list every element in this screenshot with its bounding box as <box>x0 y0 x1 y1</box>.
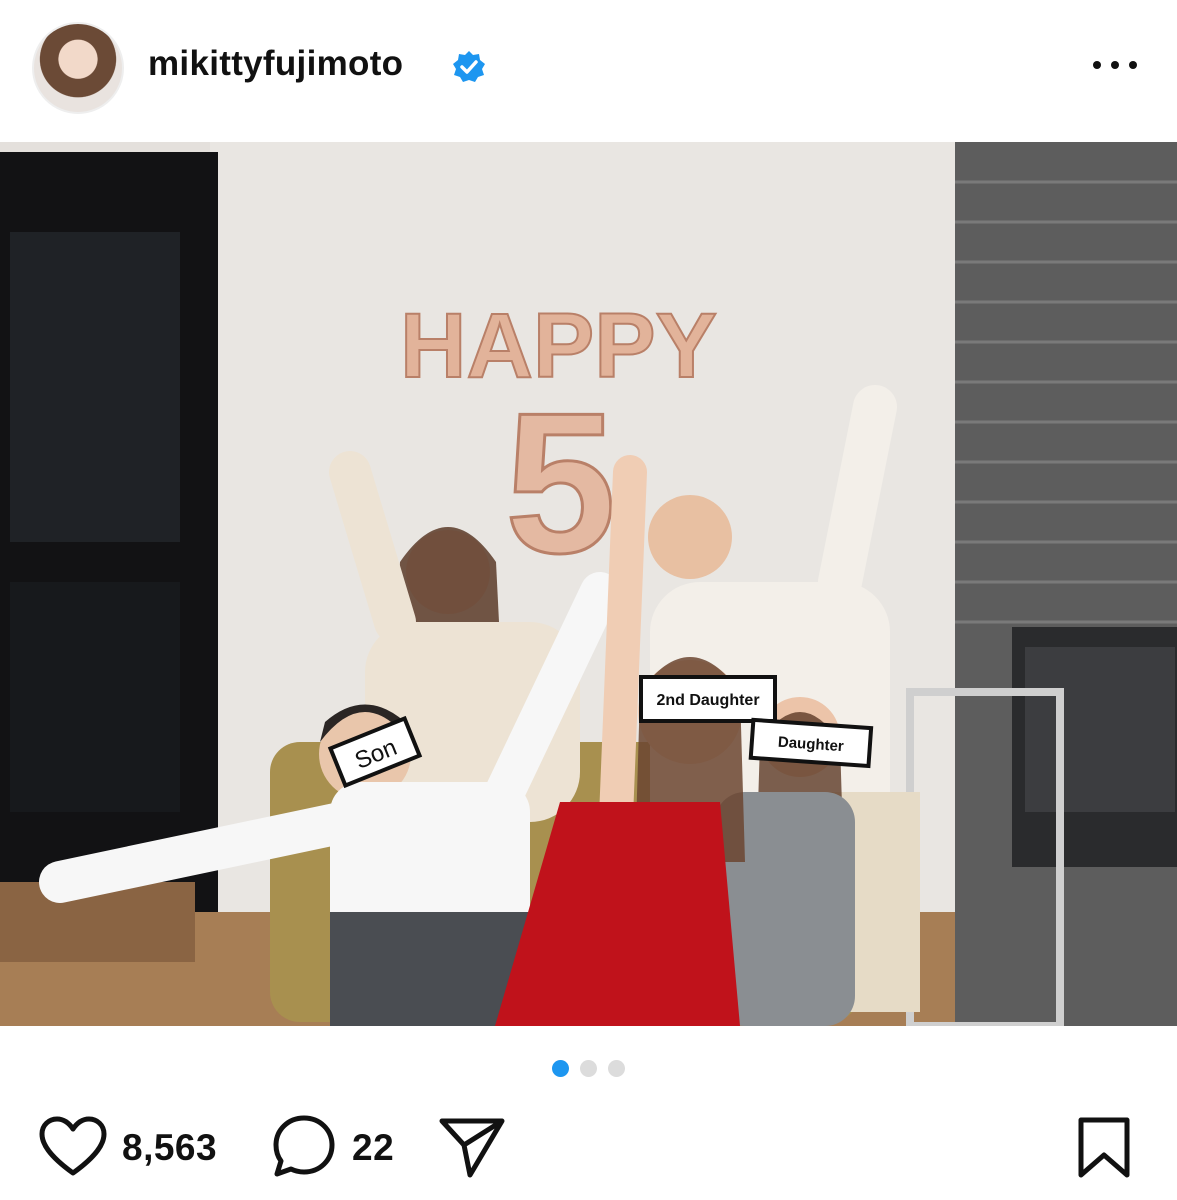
balloon-number: 5 <box>505 372 616 595</box>
avatar[interactable] <box>32 22 124 114</box>
heart-icon[interactable] <box>38 1115 108 1179</box>
post-photo[interactable]: HAPPY 5 Son 2nd Daughter Daughter <box>0 142 1177 1026</box>
label-second-daughter-text: 2nd Daughter <box>656 692 759 709</box>
carousel-dot-1[interactable] <box>552 1060 569 1077</box>
carousel-dot-2[interactable] <box>580 1060 597 1077</box>
like-count[interactable]: 8,563 <box>122 1127 217 1169</box>
more-options-icon[interactable] <box>1090 50 1140 80</box>
photo-scene: HAPPY 5 Son 2nd Daughter Daughter <box>0 142 1177 1026</box>
post-header: mikittyfujimoto <box>0 0 1177 142</box>
action-bar: 8,563 22 <box>0 1105 1177 1195</box>
verified-badge-icon <box>453 51 485 82</box>
brick-wall <box>955 142 1177 1026</box>
carousel-dot-3[interactable] <box>608 1060 625 1077</box>
comment-count[interactable]: 22 <box>352 1127 394 1169</box>
carousel-indicator <box>550 1060 630 1078</box>
bookmark-icon[interactable] <box>1076 1115 1132 1181</box>
share-icon[interactable] <box>438 1115 506 1179</box>
comment-icon[interactable] <box>271 1113 337 1179</box>
label-second-daughter: 2nd Daughter <box>639 675 777 723</box>
username[interactable]: mikittyfujimoto <box>148 44 403 84</box>
label-daughter: Daughter <box>748 717 874 769</box>
